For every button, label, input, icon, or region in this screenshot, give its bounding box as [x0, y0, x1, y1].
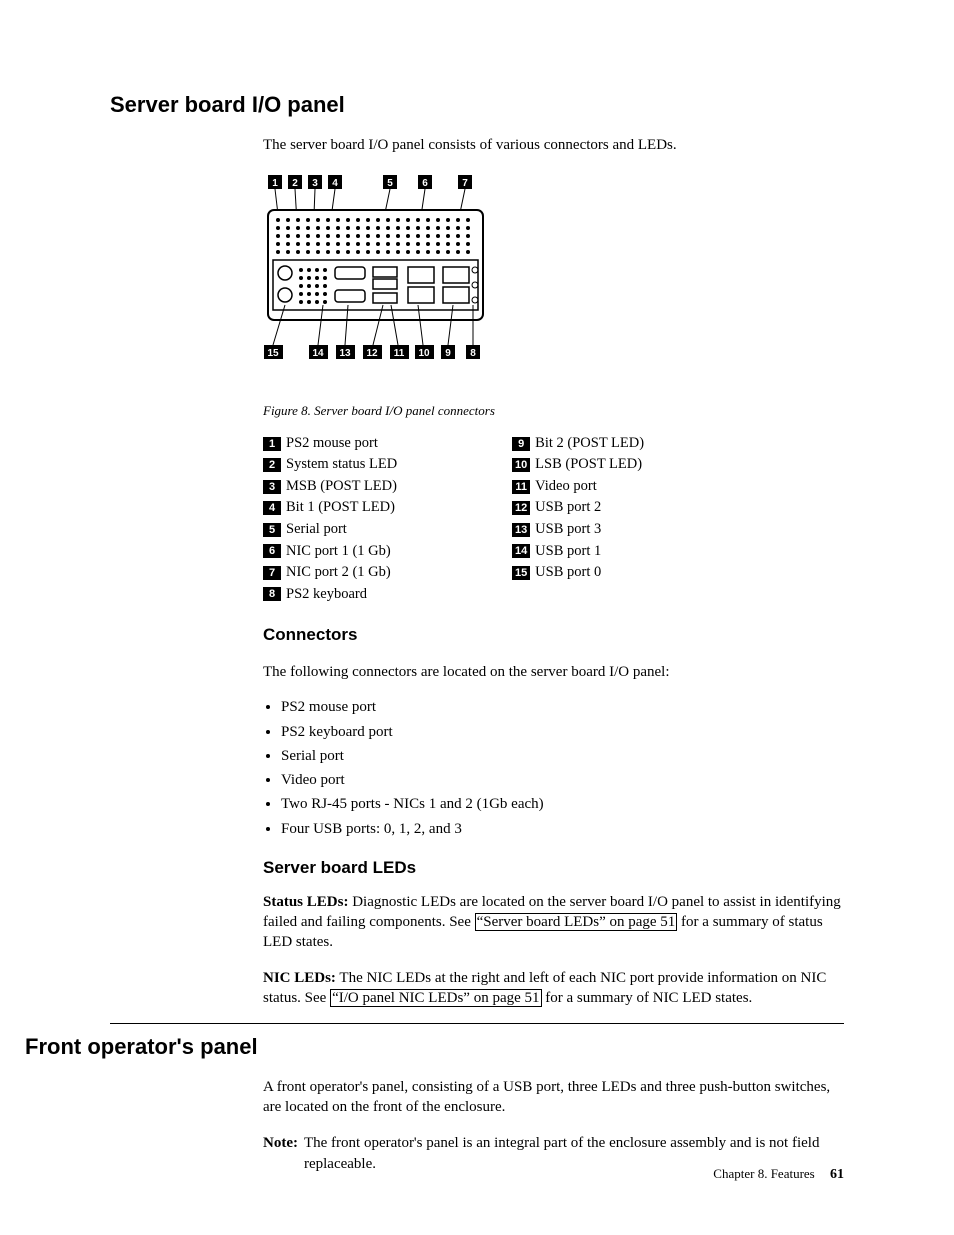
callout-number: 11 — [512, 480, 530, 494]
list-item: Four USB ports: 0, 1, 2, and 3 — [281, 819, 844, 839]
list-item: Serial port — [281, 746, 844, 766]
callout-number: 7 — [263, 566, 281, 580]
legend-label: Serial port — [286, 520, 347, 540]
figure-caption: Figure 8. Server board I/O panel connect… — [263, 402, 844, 420]
heading-connectors: Connectors — [263, 624, 844, 647]
heading-text: Server board I/O panel — [110, 92, 345, 117]
footer-page-number: 61 — [830, 1167, 844, 1182]
callout-number: 8 — [263, 587, 281, 601]
legend-label: USB port 1 — [535, 542, 601, 562]
nic-leds-paragraph: NIC LEDs: The NIC LEDs at the right and … — [263, 968, 844, 1009]
link-server-board-leds[interactable]: “Server board LEDs” on page 51 — [475, 913, 678, 931]
svg-text:12: 12 — [366, 348, 378, 359]
list-item: PS2 keyboard port — [281, 722, 844, 742]
connectors-intro: The following connectors are located on … — [263, 662, 844, 682]
legend-label: LSB (POST LED) — [535, 455, 642, 475]
page-footer: Chapter 8. Features 61 — [713, 1165, 844, 1185]
svg-text:4: 4 — [332, 178, 338, 189]
legend-label: Video port — [535, 477, 597, 497]
legend-item: 11 Video port — [512, 477, 644, 497]
legend-item: 2 System status LED — [263, 455, 397, 475]
legend-item: 14 USB port 1 — [512, 542, 644, 562]
legend-label: NIC port 1 (1 Gb) — [286, 542, 391, 562]
callout-number: 4 — [263, 501, 281, 515]
svg-text:3: 3 — [312, 178, 318, 189]
callout-number: 9 — [512, 437, 530, 451]
heading-text: Front operator's panel — [25, 1034, 258, 1059]
callout-number: 1 — [263, 437, 281, 451]
heading-server-board-io-panel: Server board I/O panel — [110, 90, 844, 120]
svg-text:1: 1 — [272, 178, 278, 189]
callout-number: 6 — [263, 544, 281, 558]
legend-label: USB port 3 — [535, 520, 601, 540]
note-label: Note: — [263, 1133, 298, 1174]
svg-text:9: 9 — [445, 348, 451, 359]
status-leds-label: Status LEDs: — [263, 894, 348, 910]
callout-number: 2 — [263, 458, 281, 472]
legend-item: 12 USB port 2 — [512, 498, 644, 518]
svg-text:13: 13 — [339, 348, 351, 359]
list-item: Video port — [281, 770, 844, 790]
legend-label: System status LED — [286, 455, 397, 475]
callout-number: 14 — [512, 544, 530, 558]
legend-item: 3 MSB (POST LED) — [263, 477, 397, 497]
svg-text:6: 6 — [422, 178, 428, 189]
intro-paragraph: The server board I/O panel consists of v… — [263, 135, 844, 155]
svg-text:8: 8 — [470, 348, 476, 359]
connectors-list: PS2 mouse port PS2 keyboard port Serial po… — [263, 697, 844, 839]
svg-text:5: 5 — [387, 178, 393, 189]
fop-paragraph: A front operator's panel, consisting of … — [263, 1077, 844, 1118]
link-io-panel-nic-leds[interactable]: “I/O panel NIC LEDs” on page 51 — [330, 989, 541, 1007]
list-item: Two RJ-45 ports - NICs 1 and 2 (1Gb each… — [281, 794, 844, 814]
legend-item: 6 NIC port 1 (1 Gb) — [263, 542, 397, 562]
legend-label: Bit 1 (POST LED) — [286, 498, 395, 518]
io-panel-diagram: 1 2 3 4 5 6 7 — [263, 175, 513, 390]
legend-label: NIC port 2 (1 Gb) — [286, 563, 391, 583]
legend-item: 15 USB port 0 — [512, 563, 644, 583]
legend-item: 5 Serial port — [263, 520, 397, 540]
legend-label: USB port 0 — [535, 563, 601, 583]
legend-label: USB port 2 — [535, 498, 601, 518]
legend-columns: 1 PS2 mouse port 2 System status LED 3 MSB (P… — [263, 434, 844, 607]
callout-number: 12 — [512, 501, 530, 515]
heading-server-board-leds: Server board LEDs — [263, 857, 844, 880]
legend-item: 4 Bit 1 (POST LED) — [263, 498, 397, 518]
status-leds-paragraph: Status LEDs: Diagnostic LEDs are located… — [263, 892, 844, 953]
callout-number: 10 — [512, 458, 530, 472]
legend-item: 10 LSB (POST LED) — [512, 455, 644, 475]
svg-text:7: 7 — [462, 178, 468, 189]
heading-front-operators-panel: Front operator's panel — [25, 1032, 844, 1062]
legend-item: 1 PS2 mouse port — [263, 434, 397, 454]
legend-left-col: 1 PS2 mouse port 2 System status LED 3 MSB (P… — [263, 434, 397, 607]
legend-item: 7 NIC port 2 (1 Gb) — [263, 563, 397, 583]
section-divider — [110, 1023, 844, 1024]
legend-label: Bit 2 (POST LED) — [535, 434, 644, 454]
legend-item: 13 USB port 3 — [512, 520, 644, 540]
list-item: PS2 mouse port — [281, 697, 844, 717]
nic-text-b: for a summary of NIC LED states. — [542, 990, 753, 1006]
legend-label: MSB (POST LED) — [286, 477, 397, 497]
legend-label: PS2 mouse port — [286, 434, 378, 454]
legend-right-col: 9 Bit 2 (POST LED) 10 LSB (POST LED) 11 Video… — [512, 434, 644, 607]
svg-text:15: 15 — [267, 348, 279, 359]
callout-number: 3 — [263, 480, 281, 494]
svg-text:14: 14 — [312, 348, 324, 359]
figure-io-panel: 1 2 3 4 5 6 7 — [263, 175, 844, 396]
legend-item: 9 Bit 2 (POST LED) — [512, 434, 644, 454]
svg-text:10: 10 — [418, 348, 430, 359]
svg-text:2: 2 — [292, 178, 298, 189]
callout-number: 13 — [512, 523, 530, 537]
callout-number: 5 — [263, 523, 281, 537]
legend-item: 8 PS2 keyboard — [263, 585, 397, 605]
nic-leds-label: NIC LEDs: — [263, 970, 336, 986]
legend-label: PS2 keyboard — [286, 585, 367, 605]
callout-number: 15 — [512, 566, 530, 580]
footer-chapter: Chapter 8. Features — [713, 1166, 814, 1181]
svg-text:11: 11 — [394, 348, 405, 359]
